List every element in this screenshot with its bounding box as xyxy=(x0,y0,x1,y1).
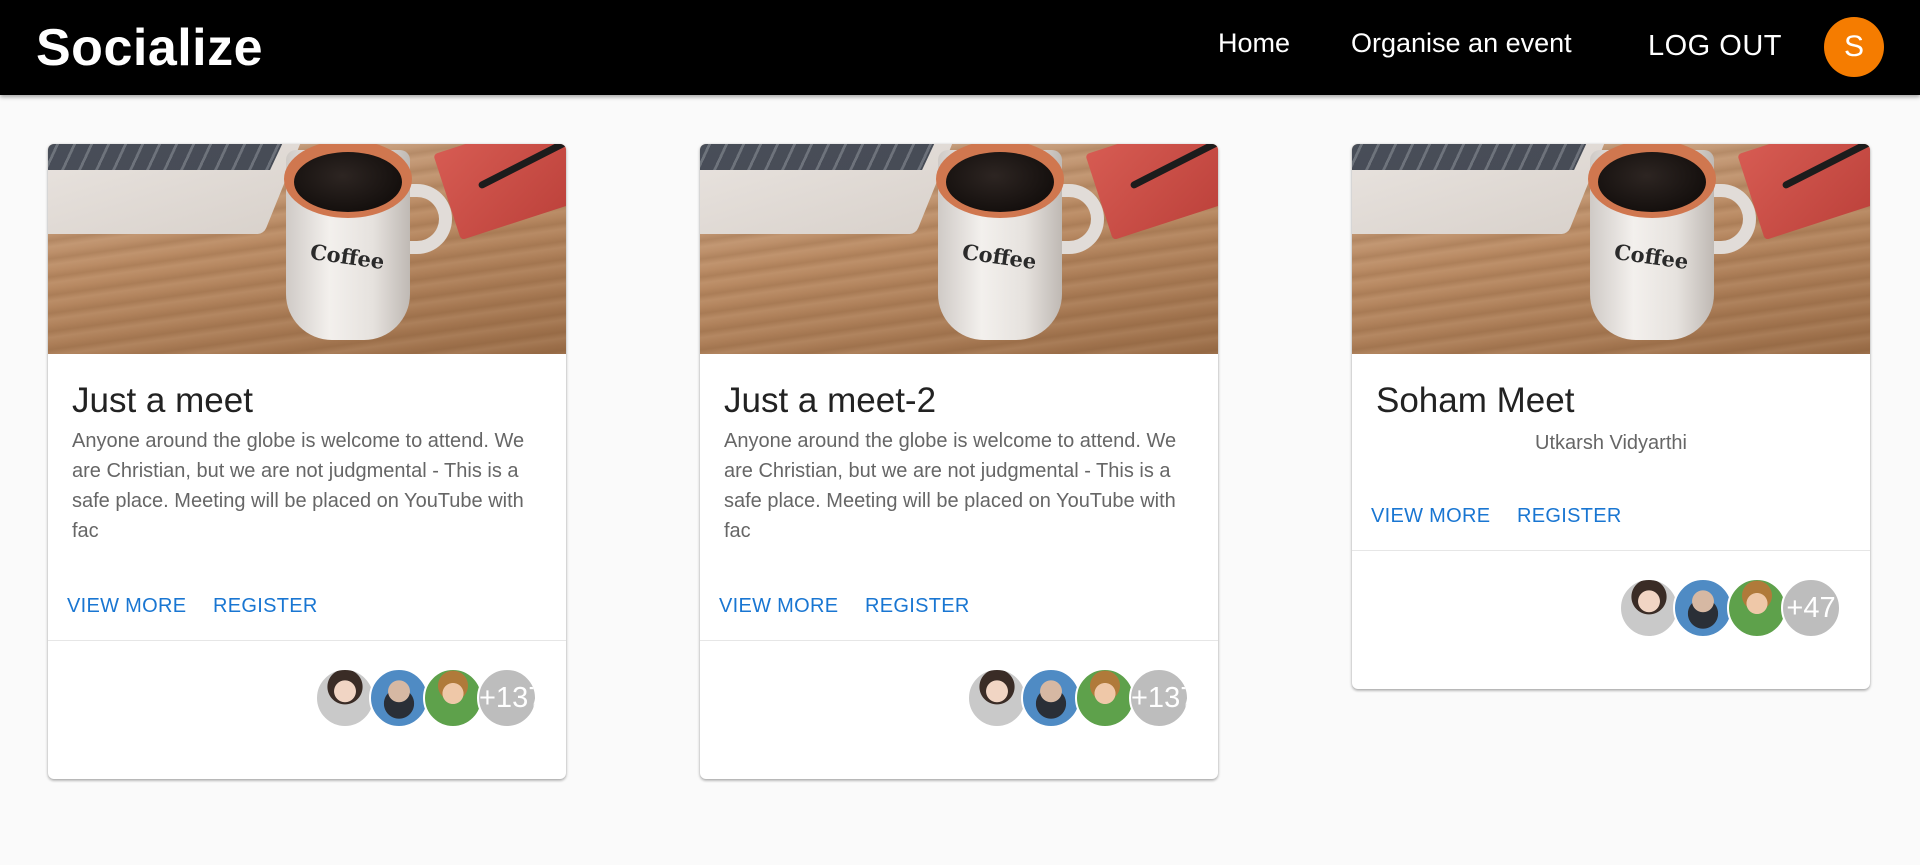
event-title: Soham Meet xyxy=(1376,381,1575,420)
attendee-avatar xyxy=(1673,578,1733,638)
brand-logo[interactable]: Socialize xyxy=(36,18,263,78)
event-description: Anyone around the globe is welcome to at… xyxy=(72,430,525,542)
view-more-button[interactable]: VIEW MORE xyxy=(719,593,838,619)
logout-button[interactable]: LOG OUT xyxy=(1648,30,1782,62)
attendee-avatar xyxy=(967,668,1027,728)
attendee-avatar xyxy=(369,668,429,728)
register-button[interactable]: REGISTER xyxy=(213,593,318,619)
attendee-avatars: +137 xyxy=(315,668,541,728)
event-image: Coffee xyxy=(700,144,1218,354)
attendee-avatars: +137 xyxy=(967,668,1193,728)
attendee-avatar xyxy=(1619,578,1679,638)
event-card: Coffee Just a meet-2 Anyone around the g… xyxy=(700,144,1218,779)
user-avatar[interactable]: S xyxy=(1824,17,1884,77)
attendee-count-badge: +137 xyxy=(1129,668,1189,728)
event-card: Coffee Soham Meet Utkarsh Vidyarthi VIEW… xyxy=(1352,144,1870,689)
event-title: Just a meet-2 xyxy=(724,381,937,420)
app-bar: Socialize Home Organise an event LOG OUT… xyxy=(0,0,1920,95)
card-divider xyxy=(700,640,1218,641)
nav-home-link[interactable]: Home xyxy=(1218,28,1290,58)
attendee-avatar xyxy=(1075,668,1135,728)
card-divider xyxy=(1352,550,1870,551)
attendee-avatar xyxy=(315,668,375,728)
attendee-avatars: +47 xyxy=(1619,578,1845,638)
view-more-button[interactable]: VIEW MORE xyxy=(1371,503,1490,529)
attendee-count-badge: +137 xyxy=(477,668,537,728)
attendee-avatar xyxy=(1727,578,1787,638)
card-divider xyxy=(48,640,566,641)
attendee-avatar xyxy=(1021,668,1081,728)
event-image: Coffee xyxy=(48,144,566,354)
event-card: Coffee Just a meet Anyone around the glo… xyxy=(48,144,566,779)
register-button[interactable]: REGISTER xyxy=(1517,503,1622,529)
event-description: Anyone around the globe is welcome to at… xyxy=(724,430,1177,542)
event-image: Coffee xyxy=(1352,144,1870,354)
event-organiser: Utkarsh Vidyarthi xyxy=(1535,432,1687,454)
view-more-button[interactable]: VIEW MORE xyxy=(67,593,186,619)
nav-organise-event-link[interactable]: Organise an event xyxy=(1351,28,1572,58)
attendee-avatar xyxy=(423,668,483,728)
attendee-count-badge: +47 xyxy=(1781,578,1841,638)
event-title: Just a meet xyxy=(72,381,253,420)
register-button[interactable]: REGISTER xyxy=(865,593,970,619)
